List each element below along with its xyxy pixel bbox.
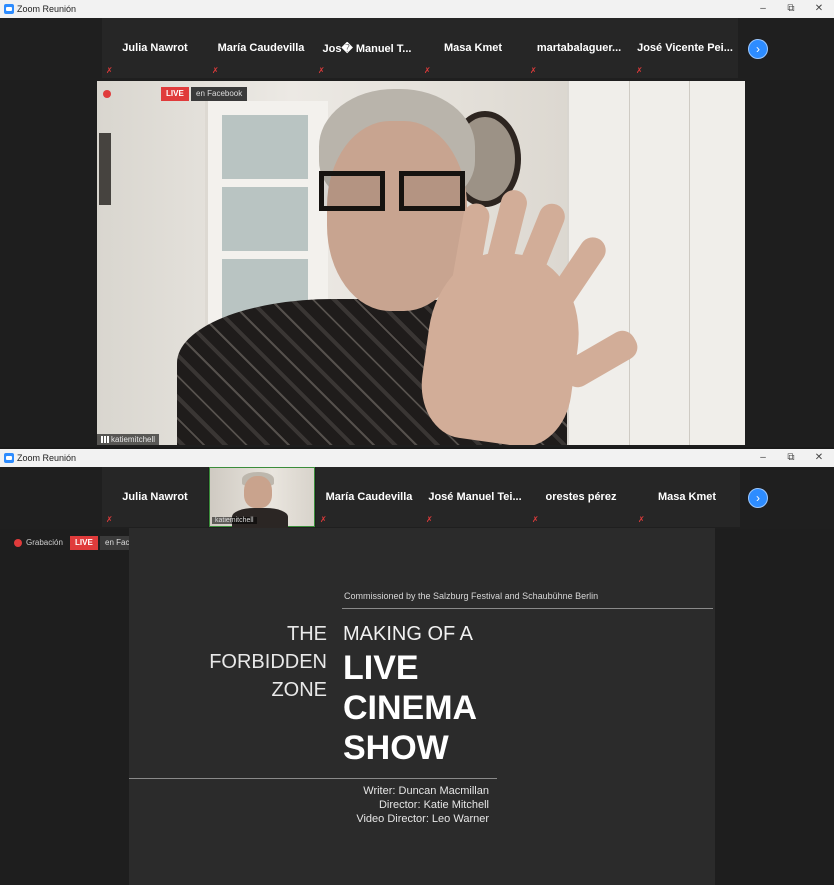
minimize-button[interactable]: – [752, 451, 774, 465]
live-target: en Facebook [191, 87, 248, 101]
title-bar: Zoom Reunión – ⧉ ✕ [0, 0, 834, 18]
active-speaker-video[interactable]: LIVE en Facebook katiemitchell [97, 81, 745, 445]
mic-muted-icon: ✗ [106, 515, 113, 524]
speaker-name-label: katiemitchell [97, 434, 160, 445]
participant-tile[interactable]: martabalaguer... ✗ [526, 18, 632, 78]
close-button[interactable]: ✕ [808, 451, 830, 465]
participant-name: José Manuel Tei... [428, 491, 522, 503]
signal-bars-icon [101, 436, 109, 444]
participant-tile[interactable]: orestes pérez ✗ [528, 467, 634, 527]
zoom-logo-icon [4, 453, 14, 463]
commission-note: Commissioned by the Salzburg Festival an… [344, 591, 599, 601]
divider-line [129, 778, 497, 779]
zoom-window-speaker-view: Zoom Reunión – ⧉ ✕ Julia Nawrot ✗ María … [0, 0, 834, 447]
shared-screen-slide[interactable]: Commissioned by the Salzburg Festival an… [129, 528, 715, 885]
participant-name: orestes pérez [545, 491, 617, 503]
minimize-button[interactable]: – [752, 2, 774, 16]
participant-name: martabalaguer... [536, 42, 622, 54]
participant-tile[interactable]: Julia Nawrot ✗ [102, 467, 208, 527]
mic-muted-icon: ✗ [532, 515, 539, 524]
participant-tile[interactable]: José Vicente Pei... ✗ [632, 18, 738, 78]
participant-video-label: katiemitchell [212, 517, 257, 524]
making-of-heading: MAKING OF A [343, 623, 474, 645]
mic-muted-icon: ✗ [106, 66, 113, 75]
participant-strip: Julia Nawrot ✗ katiemitchell María Caude… [0, 467, 834, 530]
participant-tile[interactable]: Jos� Manuel T... ✗ [314, 18, 420, 78]
participant-tile[interactable]: Julia Nawrot ✗ [102, 18, 208, 78]
participant-video-tile[interactable]: katiemitchell [209, 467, 315, 530]
mic-muted-icon: ✗ [320, 515, 327, 524]
participant-tile[interactable]: María Caudevilla ✗ [208, 18, 314, 78]
participant-name: Julia Nawrot [122, 491, 188, 503]
mic-muted-icon: ✗ [318, 66, 325, 75]
recording-indicator: LIVE en Facebook [103, 87, 253, 101]
participant-name: María Caudevilla [217, 42, 305, 54]
mic-muted-icon: ✗ [636, 66, 643, 75]
mic-muted-icon: ✗ [638, 515, 645, 524]
wall-picture [99, 133, 111, 205]
participant-name: Julia Nawrot [122, 42, 188, 54]
chevron-right-icon[interactable]: › [748, 488, 768, 508]
window-title: Zoom Reunión [17, 453, 77, 463]
mic-muted-icon: ✗ [426, 515, 433, 524]
speaker-name: katiemitchell [111, 435, 156, 444]
recording-label: Grabación [26, 538, 63, 547]
speaker-glasses [319, 171, 473, 217]
window-title: Zoom Reunión [17, 4, 77, 14]
record-dot-icon [14, 539, 22, 547]
record-dot-icon [103, 90, 111, 98]
participant-tile[interactable]: María Caudevilla ✗ [316, 467, 422, 527]
participant-name: Masa Kmet [443, 42, 503, 54]
chevron-right-icon[interactable]: › [748, 39, 768, 59]
live-badge: LIVE [161, 87, 189, 101]
participant-name: Jos� Manuel T... [322, 43, 412, 55]
restore-button[interactable]: ⧉ [780, 451, 802, 465]
mic-muted-icon: ✗ [424, 66, 431, 75]
restore-button[interactable]: ⧉ [780, 2, 802, 16]
participant-face [244, 476, 272, 508]
play-title: THE FORBIDDEN ZONE [209, 623, 327, 701]
zoom-logo-icon [4, 4, 14, 14]
participant-tile[interactable]: José Manuel Tei... ✗ [422, 467, 528, 527]
mic-muted-icon: ✗ [530, 66, 537, 75]
close-button[interactable]: ✕ [808, 2, 830, 16]
zoom-window-share-view: Zoom Reunión – ⧉ ✕ Julia Nawrot ✗ katiem… [0, 449, 834, 885]
credits: Writer: Duncan Macmillan Director: Katie… [356, 785, 489, 825]
participant-name: José Vicente Pei... [637, 42, 733, 54]
mic-muted-icon: ✗ [212, 66, 219, 75]
participant-name: María Caudevilla [325, 491, 413, 503]
divider-line [342, 608, 713, 609]
participant-strip: Julia Nawrot ✗ María Caudevilla ✗ Jos� M… [0, 18, 834, 80]
show-title: LIVE CINEMA SHOW [343, 649, 478, 767]
title-bar: Zoom Reunión – ⧉ ✕ [0, 449, 834, 467]
participant-name: Masa Kmet [657, 491, 717, 503]
live-badge: LIVE [70, 536, 98, 550]
participant-tile[interactable]: Masa Kmet ✗ [634, 467, 740, 527]
participant-tile[interactable]: Masa Kmet ✗ [420, 18, 526, 78]
